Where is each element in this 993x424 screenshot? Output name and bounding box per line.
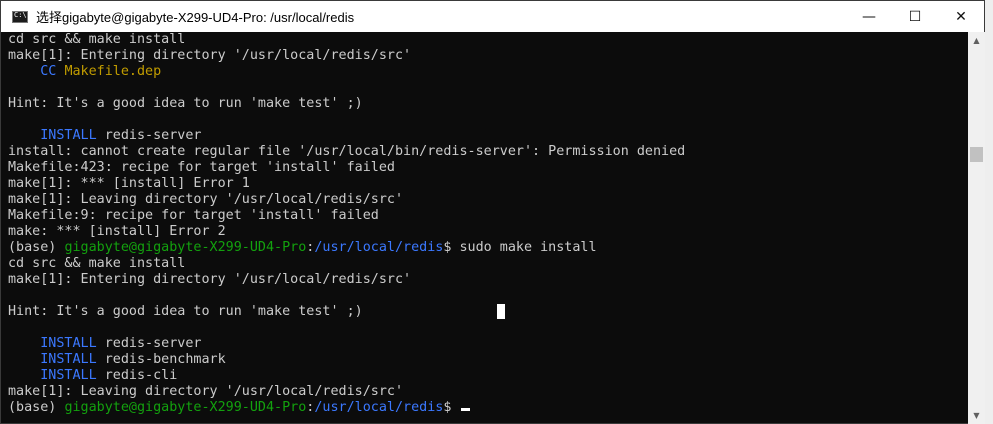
background-window-edge (985, 0, 993, 424)
console-app-icon (12, 10, 28, 23)
mouse-text-cursor (497, 304, 505, 319)
output-line: CC Makefile.dep (8, 64, 965, 80)
window-controls: — ☐ ✕ (846, 1, 984, 32)
output-line: INSTALL redis-cli (8, 368, 965, 384)
output-line: make: *** [install] Error 2 (8, 224, 226, 239)
terminal-output[interactable]: cd src && make install make[1]: Entering… (8, 32, 965, 424)
close-button[interactable]: ✕ (938, 1, 984, 32)
output-line: INSTALL redis-server (8, 336, 965, 352)
text-cursor (461, 408, 471, 411)
output-line: cd src && make install (8, 32, 186, 47)
install-target: redis-server (104, 128, 202, 143)
vertical-scrollbar[interactable]: ▲ ▼ (968, 32, 985, 424)
output-line: INSTALL redis-server (8, 128, 965, 144)
maximize-button[interactable]: ☐ (892, 1, 938, 32)
prompt-line: (base) gigabyte@gigabyte-X299-UD4-Pro:/u… (8, 240, 965, 256)
prompt-env: (base) (8, 240, 57, 255)
install-tag: INSTALL (40, 128, 97, 143)
output-line: Makefile:9: recipe for target 'install' … (8, 208, 379, 223)
output-line: make[1]: Leaving directory '/usr/local/r… (8, 384, 404, 399)
scrollbar-thumb[interactable] (970, 147, 983, 162)
output-line: make[1]: Leaving directory '/usr/local/r… (8, 192, 404, 207)
prompt-dollar: $ (443, 400, 452, 415)
install-target: redis-server (104, 336, 202, 351)
install-tag: INSTALL (40, 352, 97, 367)
install-target: redis-benchmark (104, 352, 226, 367)
install-target: redis-cli (104, 368, 178, 383)
prompt-user: gigabyte@gigabyte-X299-UD4-Pro (64, 240, 307, 255)
output-line: Makefile:423: recipe for target 'install… (8, 160, 395, 175)
terminal-window: 选择gigabyte@gigabyte-X299-UD4-Pro: /usr/l… (0, 0, 985, 424)
prompt-path: /usr/local/redis (314, 400, 444, 415)
build-tag: CC (40, 64, 57, 79)
output-line: cd src && make install (8, 256, 186, 271)
output-line: INSTALL redis-benchmark (8, 352, 965, 368)
prompt-user: gigabyte@gigabyte-X299-UD4-Pro (64, 400, 307, 415)
output-line: make[1]: Entering directory '/usr/local/… (8, 272, 412, 287)
window-title: 选择gigabyte@gigabyte-X299-UD4-Pro: /usr/l… (36, 10, 355, 25)
install-tag: INSTALL (40, 336, 97, 351)
output-line: Hint: It's a good idea to run 'make test… (8, 96, 363, 111)
output-line: Hint: It's a good idea to run 'make test… (8, 304, 363, 319)
error-line: install: cannot create regular file '/us… (8, 144, 686, 159)
prompt-path: /usr/local/redis (314, 240, 444, 255)
prompt-dollar: $ (443, 240, 452, 255)
build-file: Makefile.dep (64, 64, 162, 79)
scroll-down-icon[interactable]: ▼ (968, 407, 985, 424)
command-text: sudo make install (459, 240, 597, 255)
prompt-line: (base) gigabyte@gigabyte-X299-UD4-Pro:/u… (8, 400, 965, 416)
prompt-env: (base) (8, 400, 57, 415)
output-line: make[1]: *** [install] Error 1 (8, 176, 250, 191)
title-bar[interactable]: 选择gigabyte@gigabyte-X299-UD4-Pro: /usr/l… (1, 1, 984, 32)
scroll-up-icon[interactable]: ▲ (968, 32, 985, 49)
minimize-button[interactable]: — (846, 1, 892, 32)
output-line: make[1]: Entering directory '/usr/local/… (8, 48, 412, 63)
install-tag: INSTALL (40, 368, 97, 383)
